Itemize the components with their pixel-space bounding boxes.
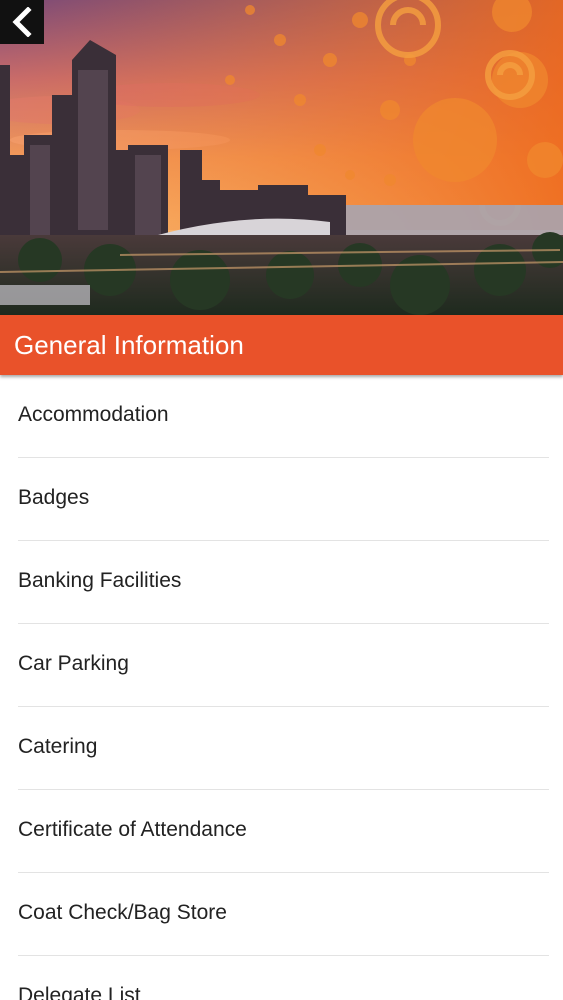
list-item-label: Certificate of Attendance	[18, 818, 247, 841]
list-item-label: Coat Check/Bag Store	[18, 901, 227, 924]
list-item-label: Catering	[18, 735, 98, 758]
list-item-banking-facilities[interactable]: Banking Facilities	[18, 541, 549, 624]
list-item-label: Car Parking	[18, 652, 129, 675]
hero-banner-image	[0, 0, 563, 315]
list-item-label: Badges	[18, 486, 90, 509]
screen: General Information Accommodation Badges…	[0, 0, 563, 1000]
list-item-accommodation[interactable]: Accommodation	[18, 375, 549, 458]
chevron-left-icon	[12, 7, 32, 37]
list-item-label: Delegate List	[18, 984, 141, 1000]
list-item-certificate-of-attendance[interactable]: Certificate of Attendance	[18, 790, 549, 873]
info-topics-list: Accommodation Badges Banking Facilities …	[0, 375, 563, 1000]
list-item-catering[interactable]: Catering	[18, 707, 549, 790]
list-item-delegate-list[interactable]: Delegate List	[18, 956, 549, 1000]
list-item-car-parking[interactable]: Car Parking	[18, 624, 549, 707]
back-button[interactable]	[0, 0, 44, 44]
section-header: General Information	[0, 315, 563, 375]
list-item-label: Accommodation	[18, 403, 169, 426]
list-item-badges[interactable]: Badges	[18, 458, 549, 541]
list-item-coat-check[interactable]: Coat Check/Bag Store	[18, 873, 549, 956]
list-item-label: Banking Facilities	[18, 569, 182, 592]
page-title: General Information	[14, 330, 244, 360]
